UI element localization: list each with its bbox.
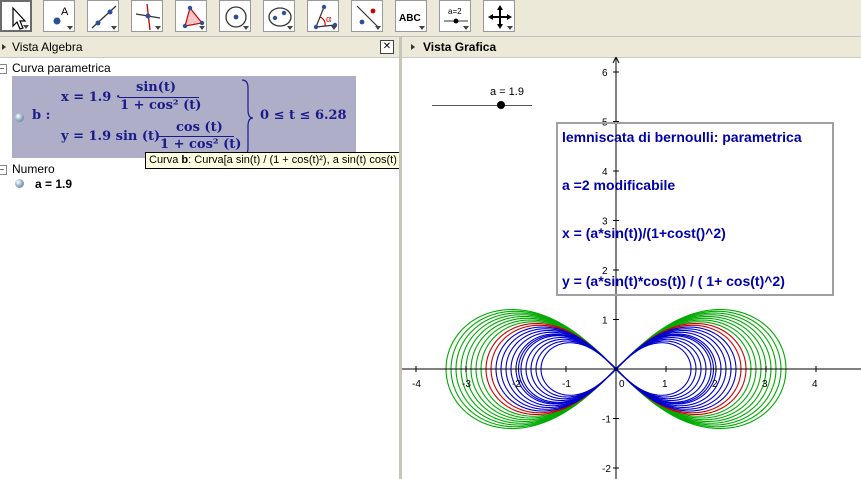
tree-collapse-icon[interactable]: − xyxy=(0,165,7,175)
y-tick-label: -2 xyxy=(602,464,611,475)
y-tick-label: -1 xyxy=(602,415,611,426)
angle-tool-button[interactable]: α xyxy=(307,0,339,32)
point-tool-button[interactable]: A xyxy=(43,0,75,32)
line-tool-button[interactable] xyxy=(87,0,119,32)
slider-tool-letters: a=2 xyxy=(448,7,462,16)
textbox-line-4: y = (a*sin(t)*cos(t)) / ( 1+ cos(t)^2) xyxy=(562,273,785,289)
number-a-item[interactable]: a = 1.9 xyxy=(35,177,72,191)
x-numerator: sin(t) xyxy=(136,80,177,95)
x-tick-label: -4 xyxy=(412,379,421,390)
visibility-bullet-icon[interactable] xyxy=(15,179,24,188)
collapse-arrow-icon[interactable] xyxy=(2,44,6,50)
reflect-tool-button[interactable] xyxy=(351,0,383,32)
x-tick-label: 4 xyxy=(812,379,818,390)
perpendicular-tool-button[interactable] xyxy=(131,0,163,32)
textbox-line-1: lemniscata di bernoulli: parametrica xyxy=(562,129,802,145)
slider-a-track[interactable] xyxy=(432,105,532,106)
text-tool-button[interactable]: ABC xyxy=(395,0,427,32)
point-tool-letter: A xyxy=(61,6,69,18)
move-tool-icon xyxy=(12,6,27,30)
y-tick-label: 6 xyxy=(602,68,608,79)
group-curve-label: Curva parametrica xyxy=(12,61,111,75)
x-tick-label: 2 xyxy=(712,379,718,390)
graphics-view-title: Vista Grafica xyxy=(423,40,497,54)
circle-tool-button[interactable] xyxy=(219,0,251,32)
x-equation-prefix: x = 1.9 · xyxy=(61,90,121,105)
slider-tool-button[interactable]: a=2 xyxy=(439,0,471,32)
curve-name: b : xyxy=(32,108,51,123)
group-number-label: Numero xyxy=(12,162,55,176)
algebra-view-header: Vista Algebra ✕ xyxy=(0,37,400,58)
ellipse-tool-button[interactable] xyxy=(263,0,295,32)
algebra-view-title: Vista Algebra xyxy=(12,40,83,54)
collapse-arrow-icon[interactable] xyxy=(411,44,415,50)
x-tick-label: -2 xyxy=(512,379,521,390)
slider-a-label: a = 1.9 xyxy=(490,86,524,98)
visibility-bullet-icon[interactable] xyxy=(15,113,24,122)
graphics-view-header: Vista Grafica xyxy=(402,37,861,58)
curve-b-item[interactable]: b : x = 1.9 · sin(t) 1 + cos² (t) y = 1.… xyxy=(12,76,356,158)
move-view-tool-button[interactable] xyxy=(483,0,515,32)
x-tick-label: -1 xyxy=(562,379,571,390)
y-numerator: cos (t) xyxy=(176,120,223,135)
x-tick-label: 3 xyxy=(762,379,768,390)
y-tick-label: 1 xyxy=(602,316,608,327)
polygon-tool-button[interactable] xyxy=(175,0,207,32)
x-tick-label: 0 xyxy=(619,379,625,390)
y-denominator: 1 + cos² (t) xyxy=(160,137,242,152)
x-denominator: 1 + cos² (t) xyxy=(120,98,202,113)
info-textbox[interactable]: lemniscata di bernoulli: parametrica a =… xyxy=(556,122,834,296)
close-button[interactable]: ✕ xyxy=(380,40,394,54)
move-tool-button[interactable] xyxy=(0,0,32,32)
y-equation-prefix: y = 1.9 sin (t) xyxy=(61,129,161,144)
x-tick-label: -3 xyxy=(462,379,471,390)
tooltip-prefix: Curva xyxy=(149,154,182,166)
textbox-line-3: x = (a*sin(t))/(1+cost()^2) xyxy=(562,225,726,241)
textbox-line-2: a =2 modificabile xyxy=(562,177,676,193)
x-tick-label: 1 xyxy=(662,379,668,390)
slider-a-knob[interactable] xyxy=(497,101,505,109)
angle-tool-letter: α xyxy=(326,14,331,24)
curly-brace-icon xyxy=(241,79,254,157)
tree-collapse-icon[interactable]: − xyxy=(0,64,7,74)
text-tool-letters: ABC xyxy=(399,13,421,24)
toolbar: A α ABC a=2 xyxy=(0,0,861,37)
parameter-range: 0 ≤ t ≤ 6.28 xyxy=(260,108,347,123)
algebra-view: Vista Algebra ✕ − Curva parametrica b : … xyxy=(0,37,520,479)
